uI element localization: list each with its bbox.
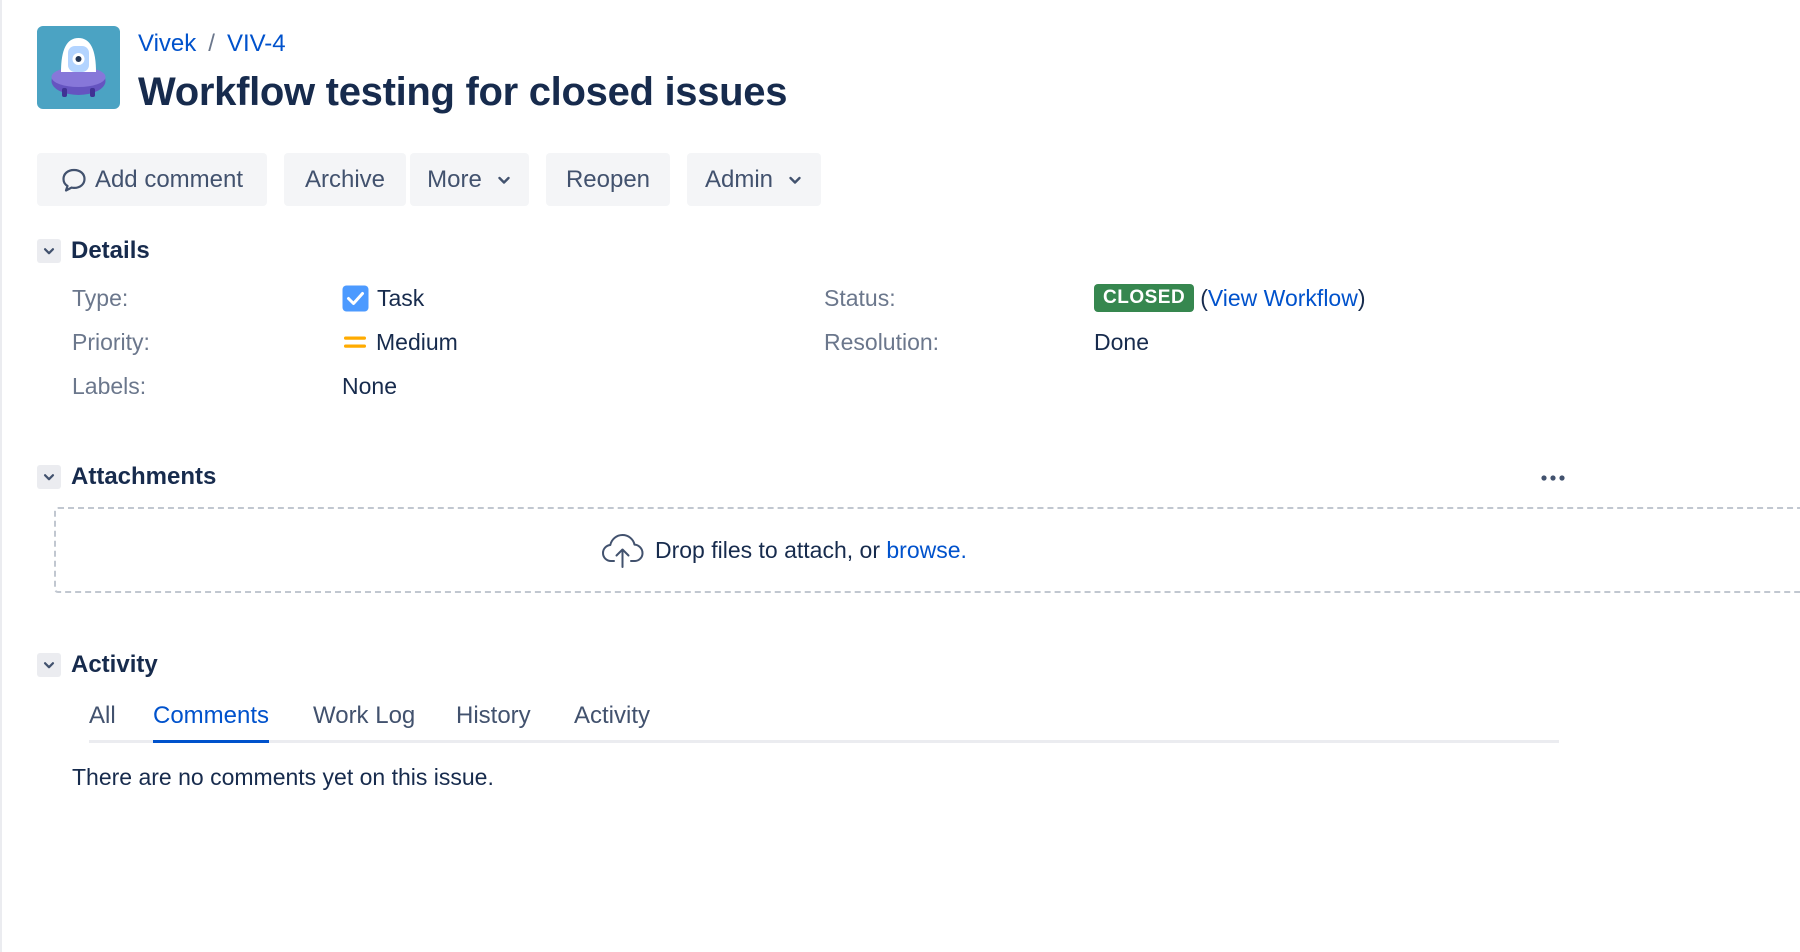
- breadcrumb-project-link[interactable]: Vivek: [138, 30, 196, 57]
- chevron-down-icon: [43, 248, 55, 255]
- chevron-down-icon: [789, 176, 801, 184]
- activity-tabs: All Comments Work Log History Activity: [89, 700, 1559, 743]
- add-comment-button[interactable]: Add comment: [37, 153, 267, 206]
- attachments-toggle[interactable]: [37, 465, 61, 489]
- breadcrumb-separator: /: [208, 30, 215, 57]
- type-label: Type:: [72, 285, 129, 311]
- page-left-border: [0, 0, 2, 952]
- no-comments-message: There are no comments yet on this issue.: [72, 764, 494, 790]
- archive-button[interactable]: Archive: [284, 153, 406, 206]
- task-checkbox-icon: [342, 285, 369, 311]
- activity-section-header[interactable]: Activity: [37, 651, 158, 679]
- reopen-button[interactable]: Reopen: [546, 153, 670, 206]
- view-workflow-close-paren: ): [1357, 285, 1366, 311]
- details-section-header[interactable]: Details: [37, 237, 150, 265]
- attachment-dropzone[interactable]: Drop files to attach, or browse.: [54, 507, 1800, 593]
- medium-priority-icon: [344, 336, 366, 348]
- attachments-heading: Attachments: [71, 463, 217, 490]
- priority-label: Priority:: [72, 329, 150, 355]
- more-dots-icon: [1541, 475, 1565, 481]
- dropzone-text: Drop files to attach, or: [655, 536, 887, 563]
- attachments-options-button[interactable]: [1538, 466, 1568, 495]
- resolution-value: Done: [1094, 329, 1149, 355]
- robot-avatar-icon: [37, 26, 120, 109]
- chevron-down-icon: [43, 662, 55, 669]
- active-tab-indicator: [153, 740, 270, 743]
- tab-history[interactable]: History: [456, 700, 531, 740]
- chevron-down-icon: [498, 176, 510, 184]
- admin-button[interactable]: Admin: [687, 153, 821, 206]
- issue-title[interactable]: Workflow testing for closed issues: [138, 64, 788, 120]
- labels-label: Labels:: [72, 373, 147, 399]
- view-workflow-link[interactable]: View Workflow: [1208, 283, 1358, 313]
- admin-label: Admin: [704, 165, 774, 193]
- status-value: CLOSED (View Workflow): [1094, 283, 1366, 313]
- labels-value[interactable]: None: [342, 371, 397, 401]
- attachments-section-header[interactable]: Attachments: [37, 463, 216, 491]
- add-comment-label: Add comment: [94, 165, 244, 193]
- activity-heading: Activity: [71, 651, 158, 678]
- project-avatar[interactable]: [37, 26, 120, 109]
- resolution-label: Resolution:: [824, 329, 940, 355]
- tab-comments[interactable]: Comments: [153, 700, 270, 743]
- tab-all[interactable]: All: [89, 700, 116, 740]
- status-label: Status:: [824, 285, 896, 311]
- priority-value-text: Medium: [376, 329, 458, 355]
- dropzone-content: Drop files to attach, or browse.: [601, 509, 967, 591]
- type-value-text: Task: [377, 285, 425, 311]
- breadcrumb-issue-link[interactable]: VIV-4: [227, 30, 286, 57]
- more-label: More: [427, 165, 482, 193]
- type-value[interactable]: Task: [342, 283, 424, 313]
- tab-comments-label: Comments: [153, 702, 270, 729]
- view-workflow-open-paren: (: [1200, 285, 1208, 311]
- browse-link[interactable]: browse.: [886, 537, 967, 564]
- more-button[interactable]: More: [410, 153, 529, 206]
- tab-work-log[interactable]: Work Log: [313, 700, 415, 740]
- cloud-upload-icon: [602, 534, 644, 568]
- chevron-down-icon: [43, 474, 55, 481]
- status-badge: CLOSED: [1094, 284, 1195, 312]
- activity-toggle[interactable]: [37, 653, 61, 677]
- tab-activity[interactable]: Activity: [574, 700, 650, 740]
- details-heading: Details: [71, 237, 150, 264]
- archive-label: Archive: [304, 165, 386, 193]
- priority-value[interactable]: Medium: [342, 327, 458, 357]
- details-toggle[interactable]: [37, 239, 61, 263]
- reopen-label: Reopen: [565, 165, 651, 193]
- speech-bubble-icon: [62, 168, 86, 192]
- breadcrumb: Vivek / VIV-4: [138, 28, 286, 60]
